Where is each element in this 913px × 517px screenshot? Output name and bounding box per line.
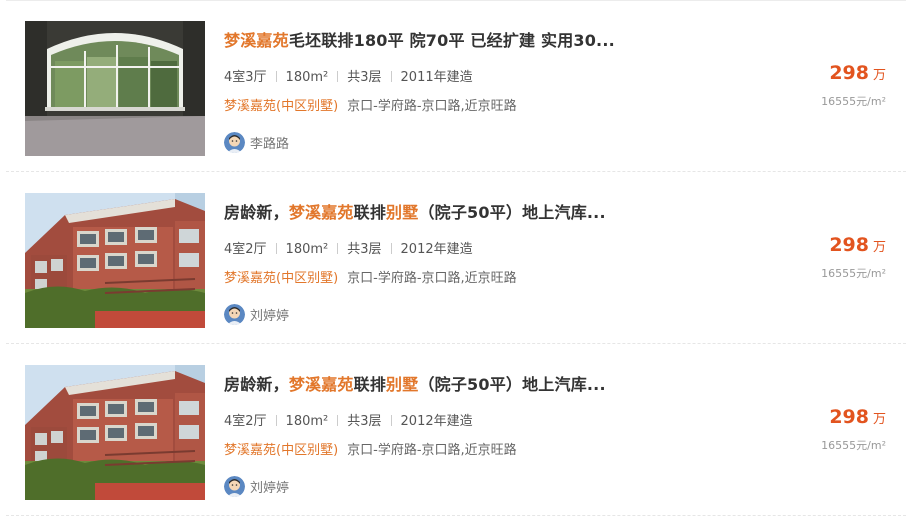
avatar-icon [224,475,245,497]
photo-townhouse [25,365,205,500]
title-text: 联排 [353,203,387,222]
agent-avatar [224,131,245,153]
listing-location: 梦溪嘉苑(中区别墅) 京口-学府路-京口路,近京旺路 [224,439,517,459]
price-value: 298 [829,62,869,84]
price-unit: 万 [872,412,886,427]
listing-attributes: 4室3厅 180m² 共3层 2011年建造 [224,66,473,86]
area-text: 180m² [285,414,329,429]
attribute-divider [275,71,277,82]
build-year-text: 2012年建造 [400,242,473,257]
build-year-text: 2011年建造 [400,70,473,85]
agent-info[interactable]: 李路路 [224,130,289,154]
title-keyword-highlight: 别墅 [386,375,419,394]
listing-title-link[interactable]: 房龄新，梦溪嘉苑联排别墅（院子50平）地上汽库... [224,371,784,397]
floors-text: 共3层 [347,242,382,257]
listing-item[interactable]: 房龄新，梦溪嘉苑联排别墅（院子50平）地上汽库... 4室2厅 180m² 共3层 20… [0,344,913,516]
total-price: 298 万 [829,406,886,428]
area-text: 180m² [285,242,329,257]
unit-price: 16555元/m² [821,267,886,280]
avatar-icon [224,303,245,325]
title-text: （院子50平）地上汽库... [418,203,606,222]
attribute-divider [390,71,392,82]
title-keyword-highlight: 别墅 [386,203,419,222]
area-text: 180m² [285,70,329,85]
floors-text: 共3层 [347,70,382,85]
listing-title-link[interactable]: 梦溪嘉苑毛坯联排180平 院70平 已经扩建 实用30... [224,27,784,53]
photo-townhouse [25,193,205,328]
price-unit: 万 [872,68,886,83]
agent-avatar [224,475,245,497]
attribute-divider [337,243,339,254]
attribute-divider [337,71,339,82]
unit-price: 16555元/m² [821,439,886,452]
agent-name: 刘婷婷 [250,480,290,496]
unit-price: 16555元/m² [821,95,886,108]
title-text: 毛坯联排180平 院70平 已经扩建 实用30... [288,31,615,50]
build-year-text: 2012年建造 [400,414,473,429]
agent-info[interactable]: 刘婷婷 [224,474,289,498]
listing-title-link[interactable]: 房龄新，梦溪嘉苑联排别墅（院子50平）地上汽库... [224,199,784,225]
address-text: 京口-学府路-京口路,近京旺路 [347,99,517,114]
attribute-divider [390,243,392,254]
community-link[interactable]: 梦溪嘉苑(中区别墅) [224,271,338,286]
title-text: （院子50平）地上汽库... [418,375,606,394]
price-value: 298 [829,406,869,428]
listing-location: 梦溪嘉苑(中区别墅) 京口-学府路-京口路,近京旺路 [224,95,517,115]
listing-photo[interactable] [25,365,205,500]
listing-photo[interactable] [25,21,205,156]
agent-info[interactable]: 刘婷婷 [224,302,289,326]
title-keyword-highlight: 梦溪嘉苑 [288,375,354,394]
layout-text: 4室3厅 [224,70,267,85]
total-price: 298 万 [829,62,886,84]
layout-text: 4室2厅 [224,414,267,429]
address-text: 京口-学府路-京口路,近京旺路 [347,271,517,286]
price-value: 298 [829,234,869,256]
listing-item[interactable]: 房龄新，梦溪嘉苑联排别墅（院子50平）地上汽库... 4室2厅 180m² 共3层 20… [0,172,913,344]
address-text: 京口-学府路-京口路,近京旺路 [347,443,517,458]
agent-name: 刘婷婷 [250,308,290,324]
price-unit: 万 [872,240,886,255]
attribute-divider [390,415,392,426]
listing-attributes: 4室2厅 180m² 共3层 2012年建造 [224,410,473,430]
listing-attributes: 4室2厅 180m² 共3层 2012年建造 [224,238,473,258]
title-keyword-highlight: 梦溪嘉苑 [288,203,354,222]
community-link[interactable]: 梦溪嘉苑(中区别墅) [224,443,338,458]
listing-location: 梦溪嘉苑(中区别墅) 京口-学府路-京口路,近京旺路 [224,267,517,287]
floors-text: 共3层 [347,414,382,429]
photo-interior [25,21,205,156]
agent-name: 李路路 [250,136,290,152]
title-text: 房龄新， [224,375,289,394]
attribute-divider [275,415,277,426]
listing-item[interactable]: 梦溪嘉苑毛坯联排180平 院70平 已经扩建 实用30... 4室3厅 180m² 共… [0,0,913,172]
listing-photo[interactable] [25,193,205,328]
layout-text: 4室2厅 [224,242,267,257]
title-text: 房龄新， [224,203,289,222]
attribute-divider [275,243,277,254]
title-text: 联排 [353,375,387,394]
avatar-icon [224,131,245,153]
listing-divider [6,515,906,516]
community-link[interactable]: 梦溪嘉苑(中区别墅) [224,99,338,114]
total-price: 298 万 [829,234,886,256]
attribute-divider [337,415,339,426]
agent-avatar [224,303,245,325]
title-keyword-highlight: 梦溪嘉苑 [224,31,289,50]
